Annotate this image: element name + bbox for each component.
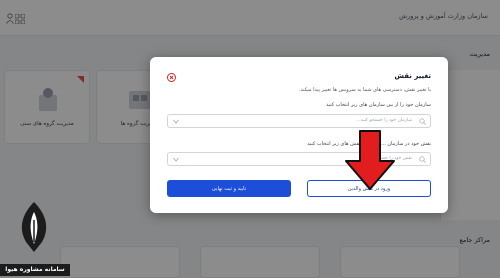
chevron-down-icon [173, 157, 179, 162]
close-icon[interactable] [167, 73, 176, 82]
modal-title: تغییر نقش [394, 72, 431, 80]
organization-select-placeholder: سازمان خود را جستجو کنید... [356, 118, 412, 123]
search-icon [419, 156, 426, 163]
pen-nib-logo-icon [21, 202, 47, 252]
search-icon [419, 118, 426, 125]
organization-field-label: سازمان خود را از بین سازمان های زیر انتخ… [326, 102, 431, 108]
chevron-down-icon [173, 119, 179, 124]
modal-description: با تغییر نقش، دسترسی های شما به سرویس ها… [298, 87, 431, 93]
logo-text: سامانه مشاوره هیوا [0, 264, 70, 276]
hiva-logo: سامانه مشاوره هیوا [0, 188, 70, 278]
organization-select[interactable]: سازمان خود را جستجو کنید... [167, 114, 431, 128]
red-arrow-annotation [345, 130, 395, 190]
confirm-submit-button[interactable]: تایید و ثبت نهایی [167, 180, 291, 197]
change-role-modal: تغییر نقش با تغییر نقش، دسترسی های شما ب… [150, 57, 448, 213]
